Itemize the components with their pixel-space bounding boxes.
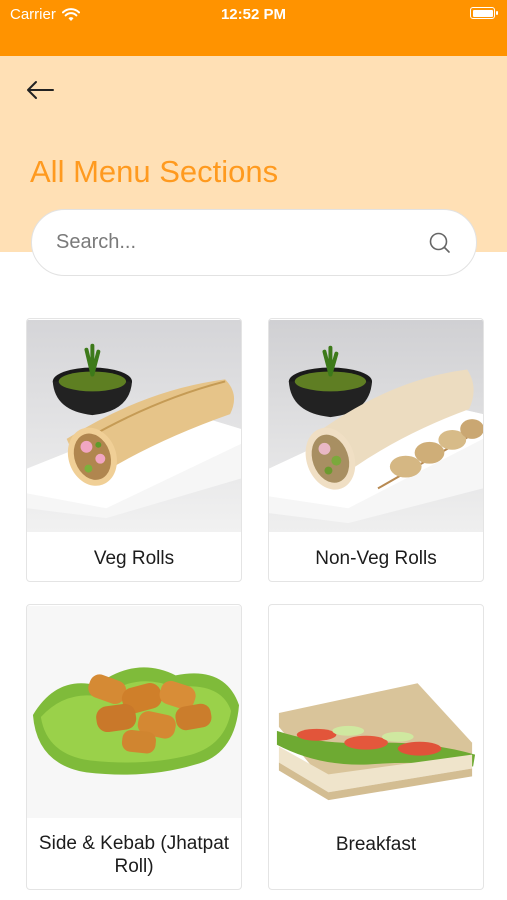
page-title: All Menu Sections bbox=[30, 154, 279, 189]
menu-card-label: Veg Rolls bbox=[93, 547, 175, 569]
menu-card-side-kebab[interactable]: Side & Kebab (Jhatpat Roll) bbox=[26, 604, 242, 890]
search-bar[interactable] bbox=[31, 209, 477, 276]
menu-card-breakfast[interactable]: Breakfast bbox=[268, 604, 484, 890]
search-icon[interactable] bbox=[428, 231, 452, 255]
kebab-photo bbox=[27, 605, 241, 819]
battery-icon bbox=[470, 7, 498, 19]
sandwich-photo bbox=[269, 605, 483, 819]
status-time: 12:52 PM bbox=[220, 6, 287, 23]
menu-card-label: Breakfast bbox=[335, 833, 417, 855]
arrow-left-icon bbox=[27, 81, 54, 99]
status-bar: Carrier 12:52 PM bbox=[0, 0, 507, 56]
back-button[interactable] bbox=[24, 78, 56, 102]
menu-card-label: Side & Kebab (Jhatpat Roll) bbox=[38, 833, 230, 877]
non-veg-roll-photo bbox=[269, 319, 483, 533]
menu-card-veg-rolls[interactable]: Veg Rolls bbox=[26, 318, 242, 582]
veg-roll-photo bbox=[27, 319, 241, 533]
menu-card-label: Non-Veg Rolls bbox=[315, 547, 437, 569]
search-input[interactable] bbox=[56, 231, 428, 254]
menu-card-non-veg-rolls[interactable]: Non-Veg Rolls bbox=[268, 318, 484, 582]
